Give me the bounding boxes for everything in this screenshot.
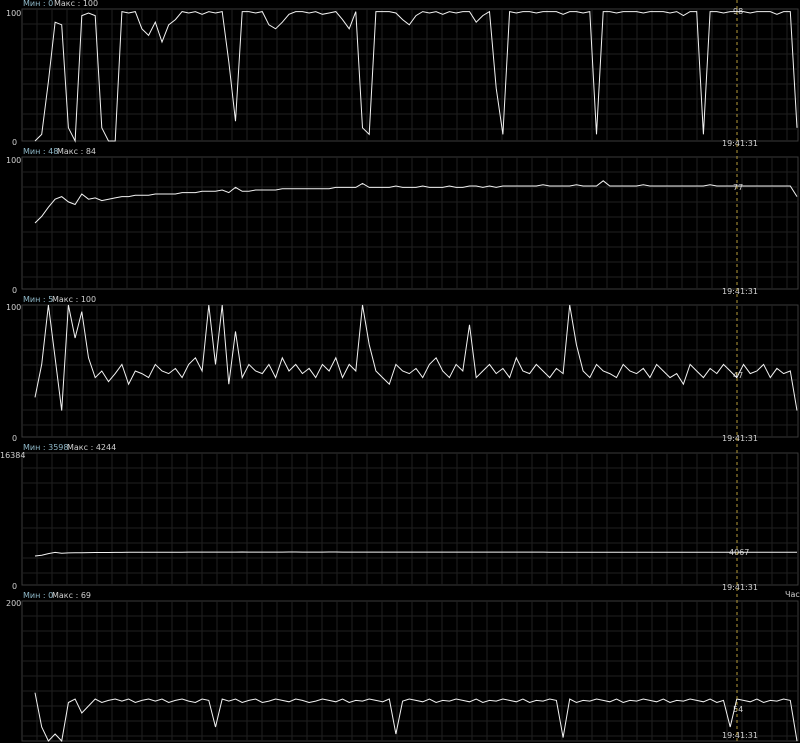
panel-1-y-bottom-tick: 0 — [12, 138, 17, 147]
panel-2-max-label: Макс : 84 — [57, 147, 96, 156]
panel-5-grid — [21, 600, 799, 742]
panel-2-grid — [21, 156, 799, 290]
graph-panel-1: Мин : 0 Макс : 100 100 0 19:41:31 98 — [6, 0, 799, 148]
panel-5-y-top-tick: 200 — [6, 599, 21, 608]
panel-3-min-label: Мин : 5 — [23, 295, 53, 304]
graph-panel-5: Мин : 0 Макс : 69 200 19:41:31 54 — [6, 591, 799, 743]
panel-1-grid — [21, 8, 799, 142]
panel-3-y-top-tick: 100 — [6, 303, 21, 312]
panel-2-current-value: 77 — [733, 183, 743, 192]
graph-panel-3: Мин : 5 Макс : 100 100 0 19:41:31 47 — [6, 295, 799, 443]
panel-3-max-label: Макс : 100 — [52, 295, 96, 304]
panel-3-grid — [21, 304, 799, 438]
graph-panel-4: Мин : 3598 Макс : 4244 16384 0 19:41:31 … — [0, 443, 800, 599]
panel-5-max-label: Макс : 69 — [52, 591, 91, 600]
panel-4-y-top-tick: 16384 — [0, 451, 25, 460]
panel-4-cut-off-label: Част — [785, 590, 800, 599]
panel-2-y-top-tick: 100 — [6, 156, 21, 165]
panel-2-y-bottom-tick: 0 — [12, 286, 17, 295]
panel-4-max-label: Макс : 4244 — [67, 443, 116, 452]
panel-2-time-label: 19:41:31 — [722, 287, 758, 296]
panel-3-y-bottom-tick: 0 — [12, 434, 17, 443]
panel-4-time-label: 19:41:31 — [722, 583, 758, 592]
panel-1-y-top-tick: 100 — [6, 9, 21, 18]
panel-1-time-label: 19:41:31 — [722, 139, 758, 148]
panel-1-series-line — [34, 10, 798, 143]
panel-4-series-line — [34, 551, 797, 557]
panel-2-min-label: Мин : 48 — [23, 147, 58, 156]
graph-panel-2: Мин : 48 Макс : 84 100 0 19:41:31 77 — [6, 147, 799, 296]
panel-3-time-label: 19:41:31 — [722, 434, 758, 443]
panel-5-time-label: 19:41:31 — [722, 731, 758, 740]
panel-4-grid — [21, 452, 799, 586]
panel-1-min-label: Мин : 0 — [23, 0, 53, 8]
panel-5-min-label: Мин : 0 — [23, 591, 53, 600]
panel-4-min-label: Мин : 3598 — [23, 443, 68, 452]
hardware-monitor-graphs: Мин : 0 Макс : 100 100 0 19:41:31 98 Мин… — [0, 0, 800, 743]
panel-1-max-label: Макс : 100 — [54, 0, 98, 8]
panel-4-y-bottom-tick: 0 — [12, 582, 17, 591]
panel-5-series-line — [34, 692, 798, 743]
